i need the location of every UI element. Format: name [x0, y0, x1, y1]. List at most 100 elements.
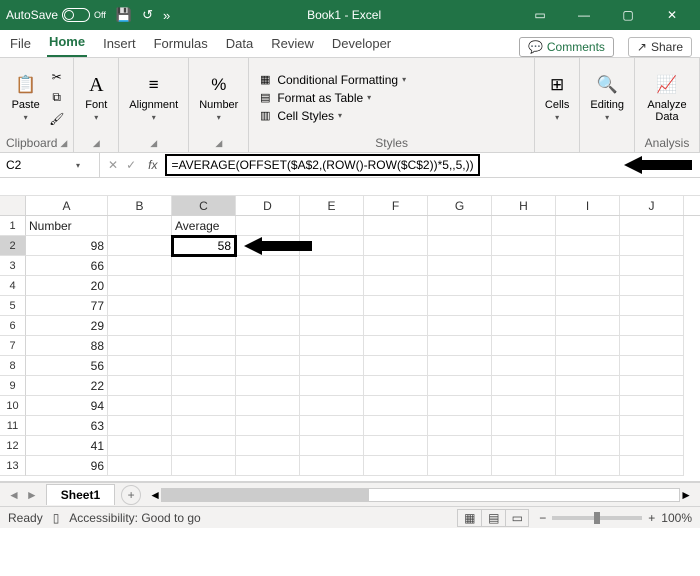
cell[interactable]: Average: [172, 216, 236, 236]
cell[interactable]: [172, 436, 236, 456]
col-header-h[interactable]: H: [492, 196, 556, 215]
cell[interactable]: [364, 296, 428, 316]
cell[interactable]: [428, 456, 492, 476]
cell[interactable]: [236, 276, 300, 296]
cell[interactable]: [620, 316, 684, 336]
cell[interactable]: [364, 436, 428, 456]
cell[interactable]: 22: [26, 376, 108, 396]
cell[interactable]: [364, 276, 428, 296]
cell[interactable]: [364, 336, 428, 356]
cell[interactable]: [236, 376, 300, 396]
cell[interactable]: 63: [26, 416, 108, 436]
dialog-launcher-icon[interactable]: ◢: [150, 138, 157, 149]
tab-home[interactable]: Home: [47, 30, 87, 57]
cell[interactable]: [620, 256, 684, 276]
cell[interactable]: [364, 316, 428, 336]
cell[interactable]: [556, 216, 620, 236]
cell[interactable]: [492, 236, 556, 256]
cell[interactable]: [364, 356, 428, 376]
cell[interactable]: [236, 356, 300, 376]
analyze-data-button[interactable]: 📈 Analyze Data: [641, 71, 693, 125]
cell[interactable]: 77: [26, 296, 108, 316]
comments-button[interactable]: 💬 Comments: [519, 37, 614, 57]
cell[interactable]: [300, 356, 364, 376]
row-header[interactable]: 9: [0, 376, 26, 396]
fx-icon[interactable]: fx: [144, 153, 161, 177]
cell[interactable]: [108, 276, 172, 296]
cell[interactable]: [556, 396, 620, 416]
autosave-toggle[interactable]: AutoSave Off: [6, 8, 106, 22]
cell[interactable]: [236, 456, 300, 476]
col-header-d[interactable]: D: [236, 196, 300, 215]
cell[interactable]: [492, 276, 556, 296]
cell[interactable]: [172, 316, 236, 336]
format-as-table-button[interactable]: ▤Format as Table▾: [255, 90, 408, 106]
cell[interactable]: [556, 296, 620, 316]
row-header[interactable]: 3: [0, 256, 26, 276]
paste-button[interactable]: 📋 Paste ▾: [8, 71, 44, 124]
cell[interactable]: [556, 356, 620, 376]
row-header[interactable]: 8: [0, 356, 26, 376]
col-header-e[interactable]: E: [300, 196, 364, 215]
cell[interactable]: [620, 276, 684, 296]
close-icon[interactable]: ✕: [650, 0, 694, 30]
cell[interactable]: [108, 296, 172, 316]
cell[interactable]: [620, 396, 684, 416]
cell[interactable]: [236, 336, 300, 356]
cells-button[interactable]: ⊞ Cells ▾: [541, 71, 573, 124]
cell[interactable]: [492, 436, 556, 456]
cell[interactable]: [236, 316, 300, 336]
name-box[interactable]: ▾: [0, 153, 100, 177]
cell[interactable]: [492, 316, 556, 336]
editing-button[interactable]: 🔍 Editing ▾: [586, 71, 628, 124]
accessibility-status[interactable]: Accessibility: Good to go: [69, 511, 200, 525]
cell[interactable]: [172, 416, 236, 436]
conditional-formatting-button[interactable]: ▦Conditional Formatting▾: [255, 72, 408, 88]
sheet-nav-prev-icon[interactable]: ◄: [8, 488, 20, 502]
cell[interactable]: [428, 436, 492, 456]
cell[interactable]: [172, 336, 236, 356]
cell[interactable]: [300, 416, 364, 436]
cell[interactable]: [300, 216, 364, 236]
cell[interactable]: [492, 296, 556, 316]
cell-styles-button[interactable]: ▥Cell Styles▾: [255, 108, 408, 124]
col-header-j[interactable]: J: [620, 196, 684, 215]
cell[interactable]: [428, 356, 492, 376]
zoom-in-icon[interactable]: +: [648, 511, 655, 525]
row-header[interactable]: 1: [0, 216, 26, 236]
tab-insert[interactable]: Insert: [101, 32, 138, 57]
tab-file[interactable]: File: [8, 32, 33, 57]
cell[interactable]: [108, 396, 172, 416]
more-icon[interactable]: »: [163, 8, 170, 23]
cell[interactable]: [300, 396, 364, 416]
cell[interactable]: [108, 216, 172, 236]
cell[interactable]: 41: [26, 436, 108, 456]
cell[interactable]: 88: [26, 336, 108, 356]
chevron-down-icon[interactable]: ▾: [76, 161, 80, 170]
cell[interactable]: [300, 456, 364, 476]
row-header[interactable]: 10: [0, 396, 26, 416]
row-header[interactable]: 7: [0, 336, 26, 356]
name-box-input[interactable]: [6, 158, 76, 172]
cell[interactable]: 94: [26, 396, 108, 416]
ribbon-options-icon[interactable]: ▭: [518, 0, 562, 30]
formula-bar-expand[interactable]: [0, 178, 700, 196]
cell[interactable]: 98: [26, 236, 108, 256]
formula-bar[interactable]: =AVERAGE(OFFSET($A$2,(ROW()-ROW($C$2))*5…: [165, 154, 479, 176]
row-header[interactable]: 5: [0, 296, 26, 316]
cell[interactable]: [108, 256, 172, 276]
cell[interactable]: [428, 216, 492, 236]
cell[interactable]: [492, 396, 556, 416]
cell[interactable]: 66: [26, 256, 108, 276]
cell[interactable]: [172, 396, 236, 416]
cell[interactable]: [620, 216, 684, 236]
row-header[interactable]: 6: [0, 316, 26, 336]
cell[interactable]: 29: [26, 316, 108, 336]
dialog-launcher-icon[interactable]: ◢: [215, 138, 222, 149]
cell[interactable]: [428, 376, 492, 396]
selected-cell[interactable]: 58: [171, 235, 237, 257]
col-header-a[interactable]: A: [26, 196, 108, 215]
view-normal-icon[interactable]: ▦: [457, 509, 481, 527]
row-header[interactable]: 11: [0, 416, 26, 436]
cell[interactable]: [300, 276, 364, 296]
